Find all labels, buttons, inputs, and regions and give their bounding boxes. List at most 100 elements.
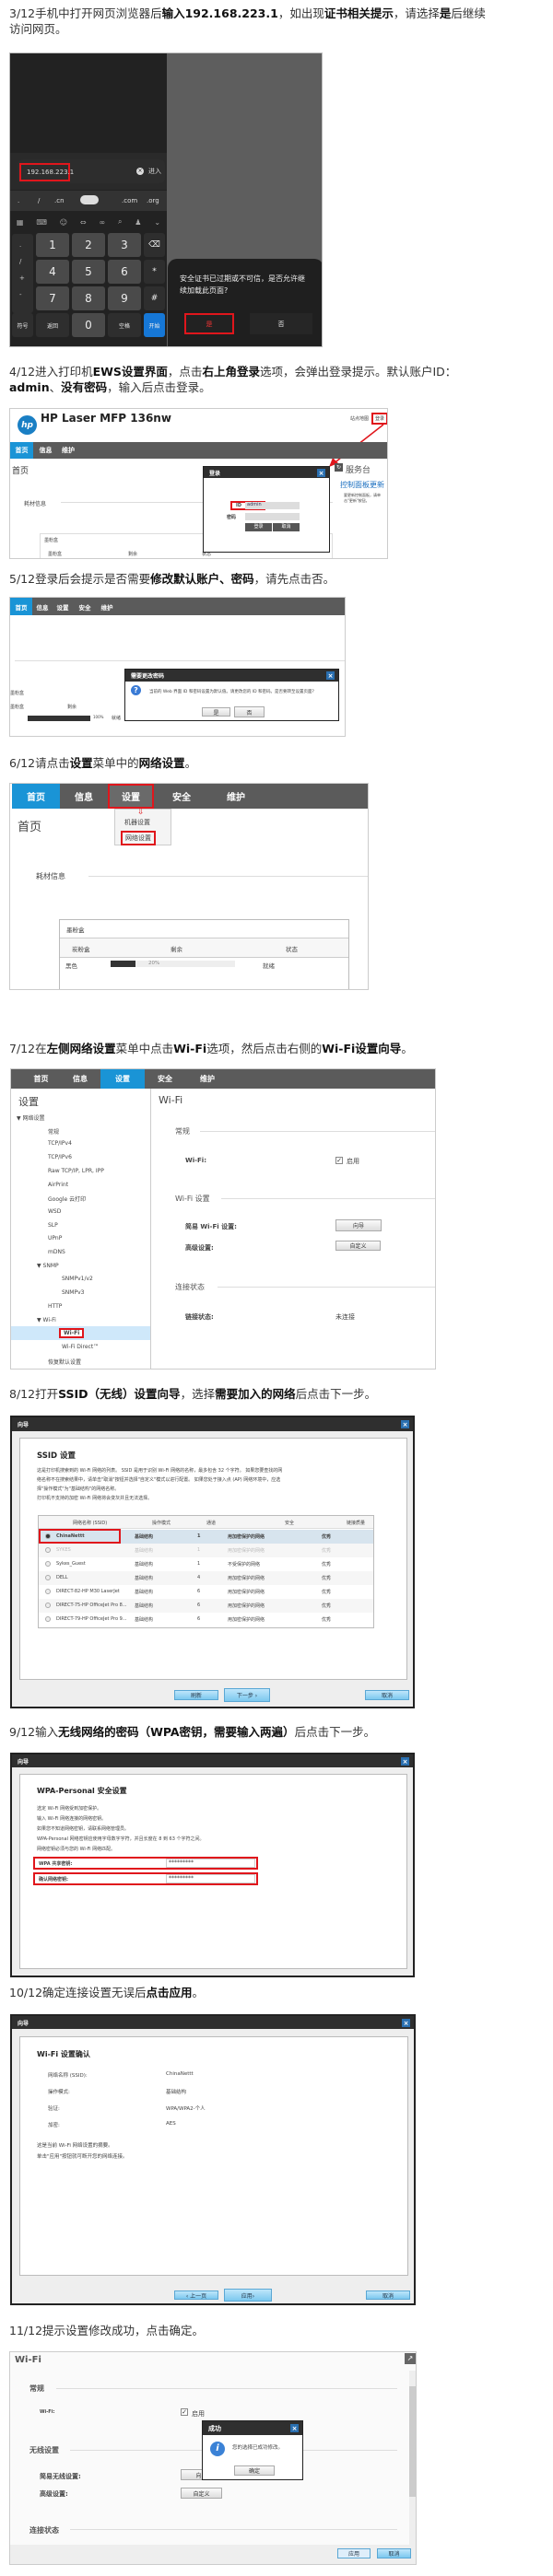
key-bottom[interactable]: 返回 [36,313,69,337]
tree-item[interactable]: Wi-Fi Direct™ [62,1344,99,1350]
menu-machine-settings[interactable]: 机器设置 [124,818,150,827]
link-icon[interactable]: ∞ [99,218,105,227]
tree-item[interactable]: WSD [48,1208,61,1215]
key-1[interactable]: 1 [36,233,69,257]
close-icon[interactable]: × [326,671,335,680]
close-icon[interactable]: × [401,1757,409,1766]
scrollbar[interactable] [409,2371,416,2546]
tree-item[interactable]: TCP/IPv6 [48,1154,72,1160]
side-key[interactable]: - [19,291,22,298]
suggest-org[interactable]: .org [147,197,159,204]
cancel-button[interactable]: 取消 [365,1690,409,1700]
side-key[interactable]: / [19,258,21,265]
key-*[interactable]: * [144,260,165,284]
network-radio[interactable] [45,1616,51,1622]
side-key[interactable]: + [19,274,25,282]
tree-item[interactable]: UPnP [48,1235,62,1241]
wifi-enable-checkbox[interactable]: ✓ [335,1157,343,1164]
key-5[interactable]: 5 [72,260,105,284]
apply-button[interactable]: 应用 [337,2548,371,2559]
custom-button[interactable]: 自定义 [181,2488,222,2499]
tree-item[interactable]: Raw TCP/IP, LPR, IPP [48,1168,104,1174]
tree-item[interactable]: Wi-Fi [59,1328,85,1339]
tree-item[interactable]: HTTP [48,1303,62,1310]
refresh-button[interactable]: 刷新 [174,1690,218,1700]
network-radio[interactable] [45,1575,51,1580]
tree-item[interactable]: SNMPv3 [62,1289,84,1296]
yes-button[interactable]: 是 [184,313,234,334]
ok-button[interactable]: 确定 [234,2465,275,2476]
nav-info[interactable]: 信息 [60,1069,100,1089]
search-icon[interactable]: ⌕ [118,217,122,227]
chevron-down-icon[interactable]: ⌄ [154,218,160,227]
side-link[interactable]: 控制面板更新 [340,480,384,490]
no-button[interactable]: 否 [250,313,312,334]
key-9[interactable]: 9 [108,286,141,310]
tree-item[interactable]: AirPrint [48,1182,68,1188]
nav-info[interactable]: 信息 [33,442,58,459]
nav-security[interactable]: 安全 [73,598,97,615]
tree-item[interactable]: 常规 [48,1127,59,1136]
id-input[interactable]: admin [245,502,300,509]
suggest-slash[interactable]: / [38,197,40,204]
nav-maintenance[interactable]: 维护 [209,784,263,809]
close-icon[interactable]: × [317,469,325,477]
no-button[interactable]: 否 [234,706,265,717]
tree-item[interactable]: mDNS [48,1249,65,1255]
nav-settings[interactable]: 设置 [53,598,73,615]
key-6[interactable]: 6 [108,260,141,284]
nav-home[interactable]: 首页 [10,598,32,615]
network-radio[interactable] [45,1561,51,1567]
key-7[interactable]: 7 [36,286,69,310]
network-row[interactable]: DIRECT-75-HP OfficeJet Pro 8... 基础结构 6 用加密保… [39,1599,373,1613]
network-radio[interactable] [45,1589,51,1594]
network-row[interactable]: DIRECT-79-HP OfficeJet Pro 9... 基础结构 6 用加密保… [39,1613,373,1626]
tree-item[interactable]: Google 云打印 [48,1195,86,1203]
apply-button[interactable]: 应用› [224,2289,272,2302]
nav-settings[interactable]: 设置 [100,1069,145,1089]
wifi-enable-checkbox[interactable]: ✓ [181,2408,188,2416]
key-2[interactable]: 2 [72,233,105,257]
prev-button[interactable]: ‹ 上一页 [174,2290,218,2300]
clear-icon[interactable]: × [136,168,144,175]
keyboard-icon[interactable]: ⌨ [36,218,47,227]
close-icon[interactable]: × [402,2019,410,2027]
cursor-icon[interactable]: ⇔ [80,218,87,227]
nav-maintenance[interactable]: 维护 [97,598,117,615]
next-button[interactable]: 下一步 › [224,1688,270,1702]
key-bottom[interactable]: 空格 [108,313,141,337]
key-bottom[interactable]: 0 [72,313,105,337]
close-icon[interactable]: × [401,1420,409,1428]
network-radio[interactable] [45,1603,51,1608]
nav-security[interactable]: 安全 [145,1069,185,1089]
menu-network-settings[interactable]: 网络设置 [121,831,156,845]
key-bottom[interactable]: 开始 [144,313,165,337]
cancel-button[interactable]: 取消 [377,2548,411,2559]
nav-maintenance[interactable]: 维护 [58,442,78,459]
key-⌫[interactable]: ⌫ [144,233,165,257]
refresh-icon[interactable]: ↻ [335,463,343,472]
nav-info[interactable]: 信息 [32,598,53,615]
sitemap-link[interactable]: 站点地图 [350,415,369,422]
suggest-dot[interactable]: . [18,197,19,204]
toggle-handle[interactable] [80,195,99,204]
tree-item[interactable]: TCP/IPv4 [48,1140,72,1147]
key-#[interactable]: # [144,286,165,310]
tree-item[interactable]: SNMPv1/v2 [62,1276,93,1282]
cancel-button[interactable]: 取消 [366,2290,410,2300]
nav-info[interactable]: 信息 [60,784,108,809]
yes-button[interactable]: 是 [202,707,230,717]
voice-icon[interactable]: ♟ [135,218,141,227]
suggest-com[interactable]: .com [122,197,137,204]
nav-security[interactable]: 安全 [154,784,209,809]
emoji-icon[interactable]: ☺ [60,218,67,227]
cancel-button[interactable]: 取消 [273,523,300,531]
close-icon[interactable]: × [290,2424,299,2432]
password-input[interactable] [245,513,300,520]
enter-button[interactable]: 进入 [148,167,161,176]
grid-icon[interactable]: ▦ [17,218,24,227]
tree-item[interactable]: ▼ Wi-Fi [37,1317,56,1323]
nav-home[interactable]: 首页 [11,1069,60,1089]
key-8[interactable]: 8 [72,286,105,310]
nav-home[interactable]: 首页 [12,784,60,809]
